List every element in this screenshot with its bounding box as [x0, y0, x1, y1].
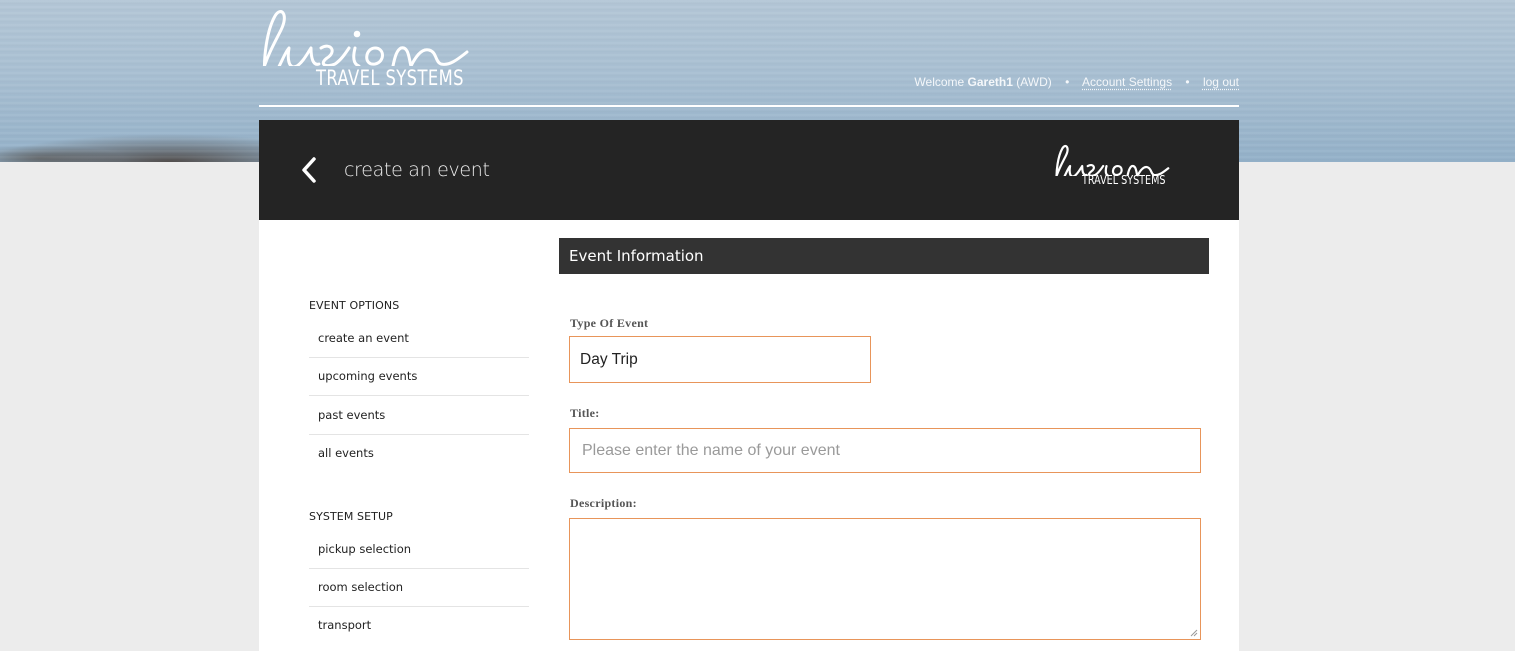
username: Gareth1	[967, 75, 1013, 89]
sidebar-item-past-events[interactable]: past events	[309, 397, 529, 435]
type-of-event-select[interactable]: Day Trip	[569, 336, 871, 383]
page-title: create an event	[344, 159, 490, 181]
org-code: (AWD)	[1016, 75, 1052, 89]
description-label: Description:	[570, 496, 637, 510]
sidebar-item-label: room selection	[318, 580, 404, 594]
sidebar-item-label: transport	[318, 618, 372, 632]
content-panel: EVENT OPTIONS create an event upcoming e…	[259, 220, 1239, 651]
page-container: TRAVEL SYSTEMS Welcome Gareth1 (AWD) • A…	[259, 0, 1239, 651]
type-of-event-value: Day Trip	[580, 351, 638, 368]
sidebar-item-transport[interactable]: transport	[309, 607, 529, 645]
sidebar-item-label: upcoming events	[318, 369, 418, 383]
description-field	[569, 518, 1201, 640]
event-options-heading: EVENT OPTIONS	[309, 299, 400, 312]
logo-subtitle: TRAVEL SYSTEMS	[316, 66, 464, 90]
fusion-logo-small: TRAVEL SYSTEMS	[1051, 144, 1173, 192]
sidebar-item-label: create an event	[318, 331, 409, 345]
sidebar-item-all-events[interactable]: all events	[309, 435, 529, 473]
fusion-script-logo	[262, 10, 469, 66]
title-field	[569, 428, 1201, 473]
sidebar-item-create-event[interactable]: create an event	[309, 320, 529, 358]
sidebar-item-label: all events	[318, 446, 374, 460]
separator-dot: •	[1185, 75, 1190, 89]
logout-link[interactable]: log out	[1203, 75, 1239, 89]
sidebar-item-pickup-selection[interactable]: pickup selection	[309, 531, 529, 569]
welcome-prefix: Welcome	[914, 75, 965, 89]
title-input[interactable]	[570, 429, 1200, 472]
separator-dot: •	[1065, 75, 1070, 89]
user-welcome: Welcome Gareth1 (AWD) • Account Settings…	[914, 75, 1239, 89]
description-textarea[interactable]	[570, 519, 1200, 639]
fusion-logo[interactable]: TRAVEL SYSTEMS	[259, 8, 471, 90]
sidebar-item-upcoming-events[interactable]: upcoming events	[309, 358, 529, 396]
chevron-left-icon	[302, 157, 316, 183]
logo-subtitle-small: TRAVEL SYSTEMS	[1082, 173, 1166, 187]
header-divider	[259, 105, 1239, 107]
section-title: Event Information	[569, 247, 704, 265]
sidebar-item-label: past events	[318, 408, 386, 422]
back-button[interactable]	[299, 156, 321, 184]
resize-grip-icon[interactable]	[1190, 629, 1198, 637]
system-setup-heading: SYSTEM SETUP	[309, 510, 393, 523]
type-of-event-label: Type Of Event	[570, 316, 649, 330]
sidebar-item-room-selection[interactable]: room selection	[309, 569, 529, 607]
section-header: Event Information	[559, 238, 1209, 274]
title-bar: create an event TRAVEL SYSTEMS	[259, 120, 1239, 220]
title-label: Title:	[570, 406, 600, 420]
sidebar-item-label: pickup selection	[318, 542, 412, 556]
account-settings-link[interactable]: Account Settings	[1082, 75, 1172, 89]
fusion-script-logo-small	[1054, 144, 1170, 184]
